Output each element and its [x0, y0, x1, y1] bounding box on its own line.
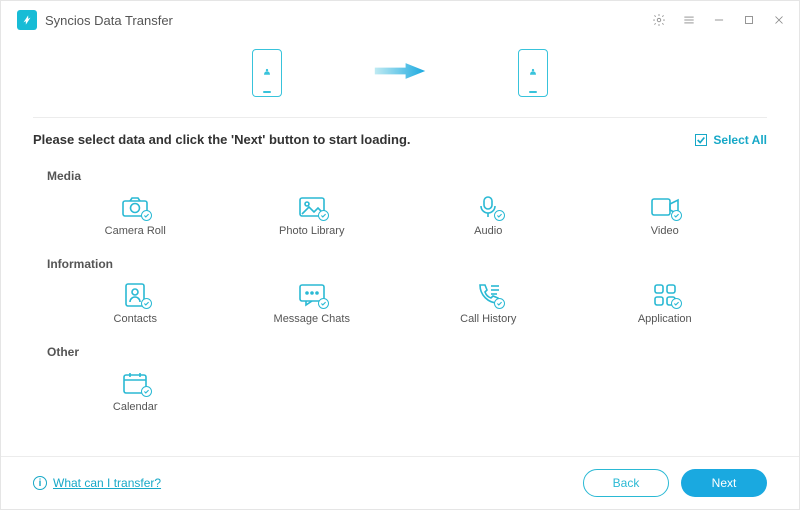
select-all-checkbox-icon	[695, 134, 707, 146]
apps-icon	[650, 283, 680, 307]
audio-icon	[473, 195, 503, 219]
item-video[interactable]: Video	[577, 187, 754, 247]
item-calendar[interactable]: Calendar	[47, 363, 224, 423]
section-information-label: Information	[47, 257, 753, 271]
instruction-text: Please select data and click the 'Next' …	[33, 132, 695, 147]
app-logo-icon	[17, 10, 37, 30]
window-controls	[651, 12, 787, 28]
call-history-icon	[473, 283, 503, 307]
photo-icon	[297, 195, 327, 219]
section-other-label: Other	[47, 345, 753, 359]
camera-icon	[120, 195, 150, 219]
item-label: Call History	[460, 313, 516, 325]
help-link-group: i What can I transfer?	[33, 476, 161, 490]
item-application[interactable]: Application	[577, 275, 754, 335]
item-label: Video	[651, 225, 679, 237]
source-phone-icon	[252, 49, 282, 97]
section-information: Contacts Message Chats Call History	[47, 275, 753, 335]
close-button[interactable]	[771, 12, 787, 28]
categories: Media Camera Roll Photo Library	[1, 153, 799, 423]
item-label: Contacts	[114, 313, 157, 325]
calendar-icon	[120, 371, 150, 395]
minimize-button[interactable]	[711, 12, 727, 28]
footer: i What can I transfer? Back Next	[1, 456, 799, 509]
item-message-chats[interactable]: Message Chats	[224, 275, 401, 335]
item-label: Message Chats	[274, 313, 350, 325]
item-contacts[interactable]: Contacts	[47, 275, 224, 335]
item-label: Calendar	[113, 401, 158, 413]
message-icon	[297, 283, 327, 307]
transfer-arrow-icon	[372, 59, 428, 88]
item-label: Application	[638, 313, 692, 325]
section-media: Camera Roll Photo Library Audio	[47, 187, 753, 247]
app-window: Syncios Data Transfer	[0, 0, 800, 510]
item-camera-roll[interactable]: Camera Roll	[47, 187, 224, 247]
video-icon	[650, 195, 680, 219]
help-link[interactable]: What can I transfer?	[53, 476, 161, 490]
back-button[interactable]: Back	[583, 469, 669, 497]
select-all-label: Select All	[713, 133, 767, 147]
item-label: Camera Roll	[105, 225, 166, 237]
info-icon: i	[33, 476, 47, 490]
instruction-row: Please select data and click the 'Next' …	[1, 118, 799, 153]
section-other: Calendar	[47, 363, 753, 423]
item-label: Photo Library	[279, 225, 344, 237]
menu-button[interactable]	[681, 12, 697, 28]
app-title: Syncios Data Transfer	[45, 13, 173, 28]
maximize-button[interactable]	[741, 12, 757, 28]
item-call-history[interactable]: Call History	[400, 275, 577, 335]
contacts-icon	[120, 283, 150, 307]
item-label: Audio	[474, 225, 502, 237]
select-all-toggle[interactable]: Select All	[695, 133, 767, 147]
title-bar: Syncios Data Transfer	[1, 1, 799, 39]
item-audio[interactable]: Audio	[400, 187, 577, 247]
item-photo-library[interactable]: Photo Library	[224, 187, 401, 247]
target-phone-icon	[518, 49, 548, 97]
section-media-label: Media	[47, 169, 753, 183]
next-button[interactable]: Next	[681, 469, 767, 497]
device-diagram	[1, 39, 799, 117]
settings-button[interactable]	[651, 12, 667, 28]
